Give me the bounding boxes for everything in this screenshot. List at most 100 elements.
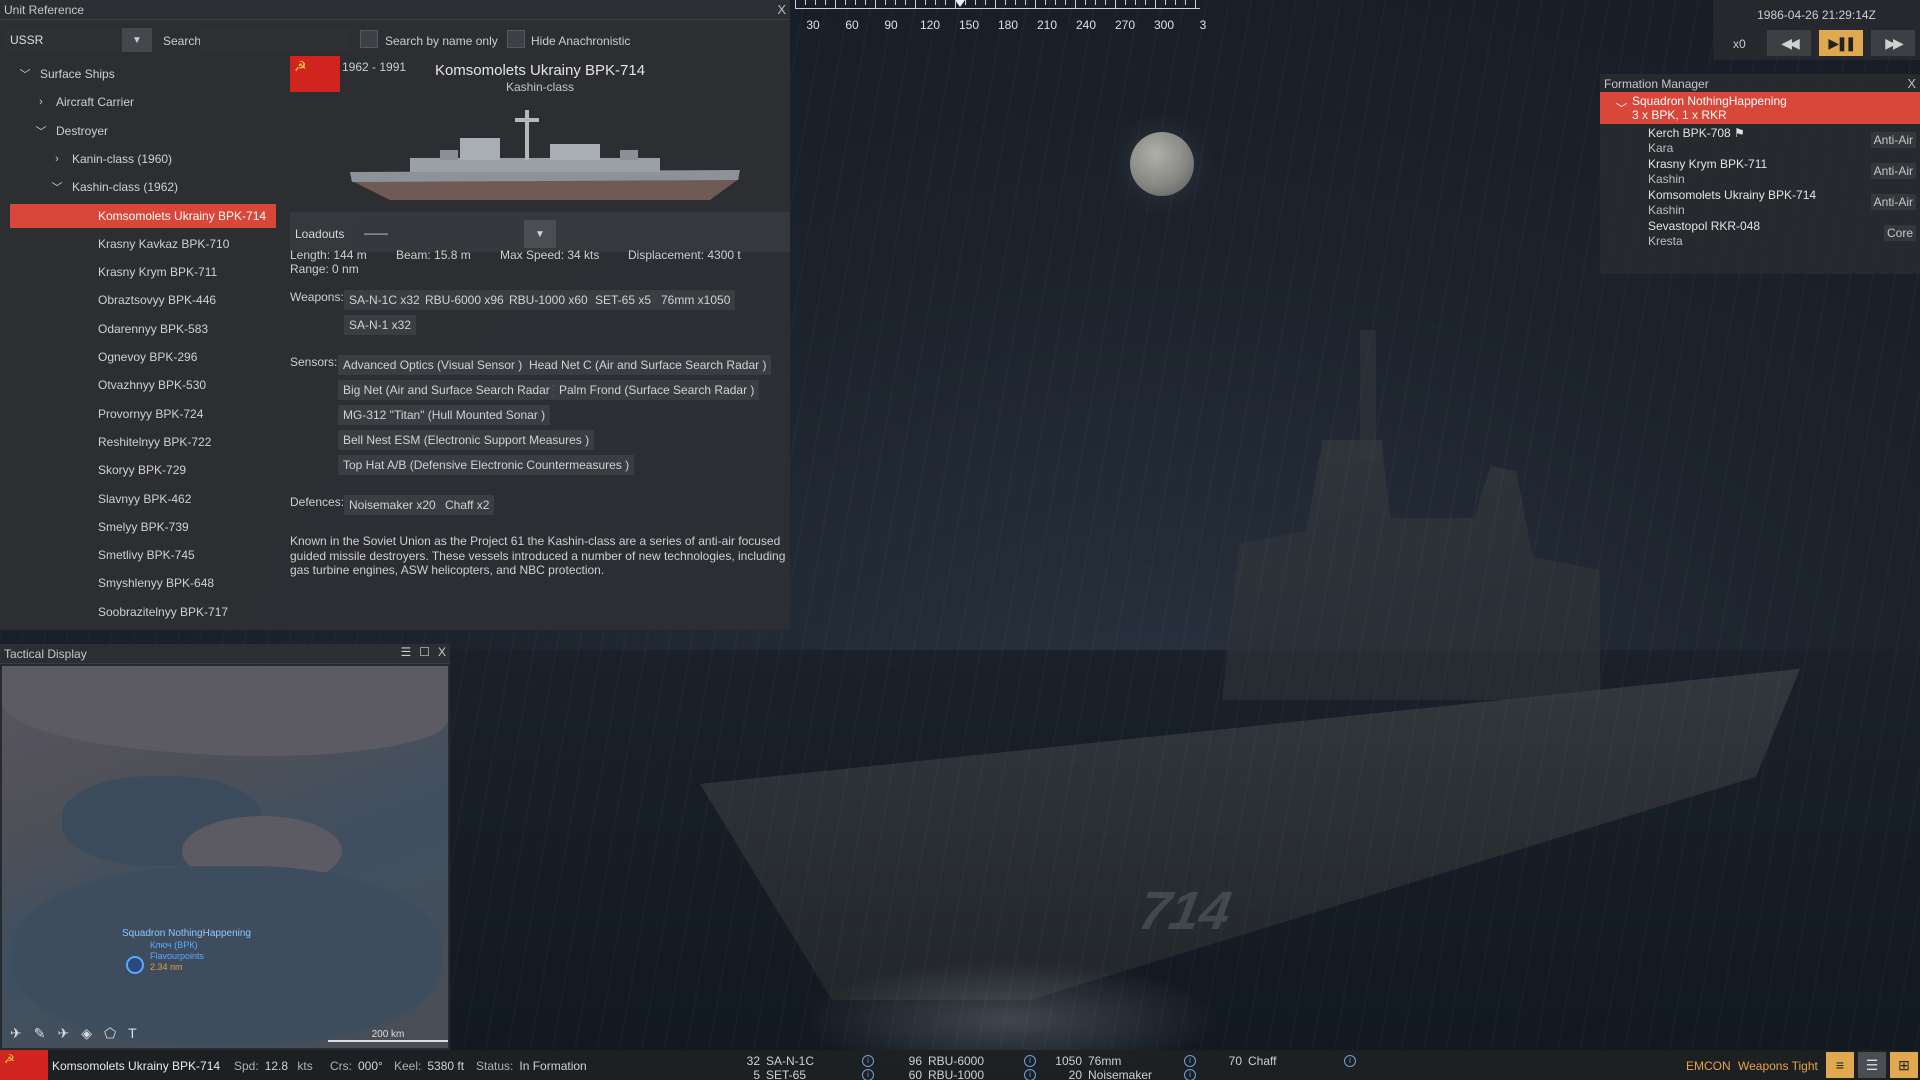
defences-label: Defences: — [290, 495, 345, 509]
tree-item[interactable]: Smelyy BPK-739 — [10, 515, 276, 539]
close-icon[interactable]: X — [777, 2, 786, 17]
ammo-item: 96 RBU-6000 — [882, 1054, 984, 1068]
formation-member-role[interactable]: Core — [1883, 225, 1916, 241]
compass-tick — [1015, 0, 1016, 5]
tree-item[interactable]: Soobrazitelnyy BPK-717 — [10, 600, 276, 624]
emcon-button[interactable]: EMCON — [1686, 1059, 1731, 1073]
unit-reference-toolbar: USSR ▼ Search Search by name only Hide A… — [0, 24, 790, 54]
fast-forward-button[interactable]: ▶▶ — [1871, 30, 1915, 56]
tactical-display-titlebar[interactable]: Tactical Display ☰ ☐ X — [0, 644, 450, 664]
info-icon[interactable]: i — [1024, 1069, 1036, 1080]
search-input[interactable] — [200, 28, 350, 52]
tactical-display-panel: Tactical Display ☰ ☐ X Squadron NothingH… — [0, 644, 450, 1050]
formation-member-role[interactable]: Anti-Air — [1870, 163, 1916, 179]
tree-item[interactable]: Obraztsovyy BPK-446 — [10, 288, 276, 312]
close-icon[interactable]: X — [1907, 76, 1916, 91]
formation-member-role[interactable]: Anti-Air — [1870, 194, 1916, 210]
compass-tick — [955, 0, 956, 8]
hide-anachronistic-checkbox[interactable] — [507, 30, 525, 48]
tree-item[interactable]: ﹀ Destroyer — [10, 119, 276, 143]
ammo-item: 5 SET-65 — [720, 1068, 806, 1080]
polygon-icon[interactable]: ⬠ — [104, 1025, 116, 1042]
tree-item-label: Krasny Krym BPK-711 — [98, 265, 218, 280]
unit-name: Komsomolets Ukrainy BPK-714 — [434, 62, 646, 79]
squadron-map-label[interactable]: Squadron NothingHappening — [122, 928, 251, 939]
info-icon[interactable]: i — [1184, 1069, 1196, 1080]
map-landmass — [2, 666, 448, 756]
tree-item[interactable]: Krasny Krym BPK-711 — [10, 260, 276, 284]
loadout-select[interactable]: —— ▼ — [356, 220, 556, 248]
selected-unit-name[interactable]: Komsomolets Ukrainy BPK-714 — [52, 1059, 220, 1073]
tree-item[interactable]: Smyshlenyy BPK-648 — [10, 571, 276, 595]
tactical-map[interactable]: Squadron NothingHappening Ключ (ВРК) Fla… — [2, 666, 448, 1048]
formation-member-class: Kresta — [1648, 234, 1683, 248]
tree-item[interactable]: ﹀ Surface Ships — [10, 62, 276, 86]
info-icon[interactable]: i — [862, 1055, 874, 1067]
formation-member[interactable]: Krasny Krym BPK-711 Kashin Anti-Air — [1600, 157, 1920, 189]
unit-reference-title: Unit Reference — [4, 2, 85, 17]
compass-label: 120 — [919, 18, 941, 32]
formation-member[interactable]: Kerch BPK-708 ⚑ Kara Anti-Air — [1600, 126, 1920, 158]
tree-scrollbar[interactable] — [0, 62, 8, 628]
course-value: 000° — [358, 1059, 383, 1073]
tree-item[interactable]: › Kanin-class (1960) — [10, 147, 276, 171]
play-pause-button[interactable]: ▶❚❚ — [1819, 30, 1863, 56]
info-icon[interactable]: i — [1024, 1055, 1036, 1067]
pencil-icon[interactable]: ✎ — [34, 1025, 46, 1042]
formation-member[interactable]: Sevastopol RKR-048 Kresta Core — [1600, 219, 1920, 251]
weapons-state-button[interactable]: Weapons Tight — [1738, 1059, 1818, 1073]
tree-item-label: Soobrazitelnyy BPK-717 — [98, 604, 229, 619]
chevron-down-icon[interactable]: ﹀ — [18, 66, 32, 82]
squadron-marker-icon[interactable] — [126, 956, 144, 974]
tree-item[interactable]: Otvazhnyy BPK-530 — [10, 373, 276, 397]
info-icon[interactable]: i — [862, 1069, 874, 1080]
list-icon[interactable]: ☰ — [1858, 1052, 1886, 1078]
tree-item[interactable]: Skoryy BPK-729 — [10, 458, 276, 482]
maximize-icon[interactable]: ☐ — [419, 645, 430, 659]
chevron-right-icon[interactable]: › — [50, 153, 64, 165]
unit-reference-titlebar[interactable]: Unit Reference X — [0, 0, 790, 20]
chevron-right-icon[interactable]: › — [34, 96, 48, 108]
grid-icon[interactable]: ⊞ — [1890, 1052, 1918, 1078]
formation-member[interactable]: Komsomolets Ukrainy BPK-714 Kashin Anti-Ai… — [1600, 188, 1920, 220]
sensor-tag: Head Net C (Air and Surface Search Radar… — [524, 355, 772, 375]
eraser-icon[interactable]: ◈ — [81, 1025, 92, 1042]
aircraft-tool-icon[interactable]: ✈ — [10, 1025, 22, 1042]
info-icon[interactable]: i — [1184, 1055, 1196, 1067]
chevron-down-icon[interactable]: ﹀ — [50, 179, 64, 195]
aircraft-tool-icon[interactable]: ✈ — [57, 1025, 69, 1042]
chevron-down-icon[interactable]: ▼ — [122, 28, 152, 52]
tree-item[interactable]: Reshitelnyy BPK-722 — [10, 430, 276, 454]
ammo-name: RBU-1000 — [928, 1068, 985, 1080]
tree-item[interactable]: Ognevoy BPK-296 — [10, 345, 276, 369]
close-icon[interactable]: X — [438, 645, 446, 659]
tree-item[interactable]: Smetlivy BPK-745 — [10, 543, 276, 567]
info-icon[interactable]: i — [1344, 1055, 1356, 1067]
formation-manager-titlebar[interactable]: Formation Manager X — [1600, 74, 1920, 94]
tree-item[interactable]: Krasny Kavkaz BPK-710 — [10, 232, 276, 256]
weapon-tag: SET-65 x5 — [590, 290, 657, 310]
tree-item-label: Kanin-class (1960) — [72, 151, 173, 166]
search-by-name-label: Search by name only — [385, 34, 498, 48]
nation-select[interactable]: USSR ▼ — [4, 28, 152, 52]
text-tool-icon[interactable]: T — [128, 1025, 137, 1042]
chevron-down-icon[interactable]: ﹀ — [34, 123, 48, 139]
compass-tick — [975, 0, 976, 5]
compass-tick — [1185, 0, 1186, 5]
tree-item[interactable]: Odarennyy BPK-583 — [10, 317, 276, 341]
weapon-tag: 76mm x1050 — [656, 290, 736, 310]
tree-item[interactable]: Provornyy BPK-724 — [10, 402, 276, 426]
formation-member-role[interactable]: Anti-Air — [1870, 132, 1916, 148]
tree-item[interactable]: › Aircraft Carrier — [10, 90, 276, 114]
tree-item[interactable]: Komsomolets Ukrainy BPK-714 — [10, 203, 276, 228]
formation-group-header[interactable]: ﹀ Squadron NothingHappening 3 x BPK, 1 x… — [1600, 92, 1920, 124]
chevron-down-icon[interactable]: ﹀ — [1616, 100, 1627, 116]
chevron-down-icon[interactable]: ▼ — [524, 220, 556, 248]
play-pause-icon: ▶❚❚ — [1828, 34, 1856, 51]
search-by-name-checkbox[interactable] — [360, 30, 378, 48]
rewind-button[interactable]: ◀◀ — [1767, 30, 1811, 56]
menu-icon[interactable]: ☰ — [400, 645, 411, 659]
tree-item[interactable]: Slavnyy BPK-462 — [10, 487, 276, 511]
tree-item[interactable]: ﹀ Kashin-class (1962) — [10, 175, 276, 199]
formation-icon[interactable]: ≡ — [1826, 1052, 1854, 1078]
